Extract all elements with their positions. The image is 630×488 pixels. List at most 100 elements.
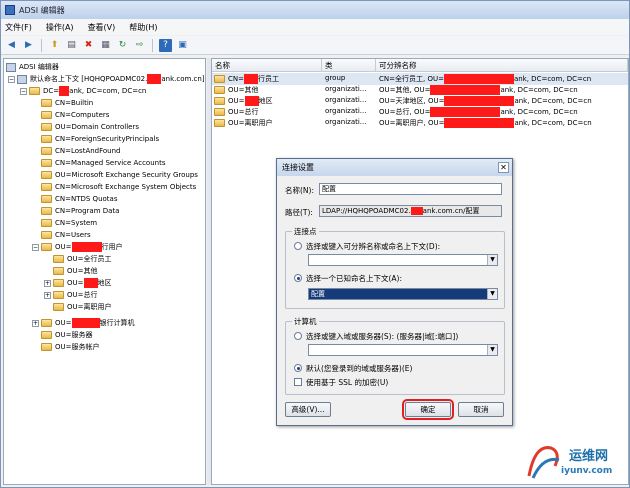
redaction [443,74,514,84]
close-icon[interactable]: ✕ [498,162,509,173]
ok-button[interactable]: 确定 [402,399,454,420]
help-icon[interactable]: ? [159,38,172,52]
tree-item-context[interactable]: − 默认命名上下文 [HQHQPOADMC02. ank.com.cn] [8,73,205,85]
adsi-editor-window: ADSI 编辑器 文件(F) 操作(A) 查看(V) 帮助(H) ◀ ▶ ⬆ ▤… [0,0,630,488]
watermark-text: 运维网 [569,449,609,464]
server-combo[interactable]: ▼ [308,344,498,356]
redaction [410,207,423,215]
export-icon[interactable]: ▦ [99,39,112,52]
tree-item[interactable]: CN=Managed Service Accounts [41,157,165,169]
connection-settings-dialog: 连接设置 ✕ 名称(N): 配置 路径(T): LDAP://HQHQPOADM… [276,158,513,426]
path-field[interactable]: LDAP://HQHQPOADMC02. ank.com.cn/配置 [319,205,502,217]
folder-icon [53,291,64,299]
collapse-icon[interactable]: − [8,75,15,83]
redaction [444,96,515,106]
list-item-name: OU=离职用户 [228,119,273,127]
column-header-class[interactable]: 类 [322,59,376,72]
connection-point-label: 连接点 [292,226,319,237]
title-bar: ADSI 编辑器 [1,1,629,19]
computer-group: 计算机 选择或键入域或服务器(S): (服务器|域[:端口]) ▼ 默认(您登录… [285,316,505,395]
list-item-dn: OU=离职用户, OU= ank, DC=com, DC=cn [379,118,592,128]
redaction [430,107,501,117]
tree-child-ou[interactable]: + OU=总行 [44,289,98,301]
tree-item[interactable]: CN=Computers [41,109,109,121]
folder-icon [41,123,52,131]
redaction [244,96,259,106]
menu-help[interactable]: 帮助(H) [129,22,157,33]
tree-item[interactable]: CN=System [41,217,97,229]
list-item[interactable]: OU=离职用户 organizati... OU=离职用户, OU= ank, DC=… [212,117,628,129]
tree-item[interactable]: CN=NTDS Quotas [41,193,117,205]
list-item-name: OU=总行 [228,108,259,116]
advanced-button[interactable]: 高级(V)... [285,402,331,417]
forward-icon[interactable]: ▶ [22,39,35,52]
server-radio-label[interactable]: 选择或键入域或服务器(S): (服务器|域[:端口]) [306,331,458,342]
default-server-label[interactable]: 默认(您登录到的域或服务器)(E) [306,363,412,374]
tree-child-ou[interactable]: + OU= 地区 [44,277,112,289]
expand-icon[interactable]: + [44,291,51,299]
menu-view[interactable]: 查看(V) [88,22,116,33]
default-server-radio[interactable] [294,364,302,372]
tree-child-ou[interactable]: OU=全行员工 [53,253,112,265]
folder-icon [53,303,64,311]
list-item-name: OU= 地区 [228,96,273,106]
tree-item[interactable]: CN=Users [41,229,91,241]
expand-icon[interactable]: + [32,319,39,327]
ssl-label[interactable]: 使用基于 SSL 的加密(U) [306,377,388,388]
tree-item[interactable]: CN=ForeignSecurityPrincipals [41,133,159,145]
server-radio[interactable] [294,332,302,340]
list-item-class: organizati... [325,107,367,115]
chevron-down-icon[interactable]: ▼ [487,289,497,299]
chevron-down-icon[interactable]: ▼ [487,345,497,355]
delete-icon[interactable]: ✖ [82,39,95,52]
chevron-down-icon[interactable]: ▼ [487,255,497,265]
redaction [83,278,98,288]
column-header-name[interactable]: 名称 [212,59,322,72]
dn-radio[interactable] [294,242,302,250]
known-context-select[interactable]: 配置 ▼ [308,288,498,300]
list-item-dn: CN=全行员工, OU= ank, DC=com, DC=cn [379,74,592,84]
tree-item[interactable]: OU=Domain Controllers [41,121,139,133]
known-context-radio[interactable] [294,274,302,282]
folder-icon [41,111,52,119]
toolbar-separator [41,38,42,52]
back-icon[interactable]: ◀ [5,39,18,52]
collapse-icon[interactable]: − [32,243,39,251]
dn-radio-label[interactable]: 选择或键入可分辨名称或命名上下文(D): [306,241,440,252]
adsi-root-icon [6,62,16,72]
tree-item-servers[interactable]: OU=服务器 [41,329,93,341]
expand-icon[interactable]: + [44,279,51,287]
ssl-checkbox[interactable] [294,378,302,386]
tree-child-ou[interactable]: OU=离职用户 [53,301,112,313]
tree-item[interactable]: CN=Microsoft Exchange System Objects [41,181,196,193]
menu-file[interactable]: 文件(F) [5,22,32,33]
folder-icon [41,231,52,239]
tree-item-domain[interactable]: − DC= ank, DC=com, DC=cn [20,85,146,97]
tree-item[interactable]: OU=Microsoft Exchange Security Groups [41,169,198,181]
show-hide-icon[interactable]: ▣ [176,39,189,52]
properties-icon[interactable]: ▤ [65,39,78,52]
dn-combo[interactable]: ▼ [308,254,498,266]
list-item-name: OU=其他 [228,86,259,94]
toolbar: ◀ ▶ ⬆ ▤ ✖ ▦ ↻ ⇨ ? ▣ [1,36,629,55]
tree-item-ou-computers[interactable]: + OU= 银行计算机 [32,317,135,329]
tree-child-ou[interactable]: OU=其他 [53,265,98,277]
cancel-button[interactable]: 取消 [458,402,504,417]
tree-item-ou-users[interactable]: − OU= 行用户 [32,241,123,253]
column-header-dn[interactable]: 可分辨名称 [376,59,628,72]
export-list-icon[interactable]: ⇨ [133,39,146,52]
tree-root[interactable]: ADSI 编辑器 [6,61,59,73]
tree-item-service-accounts[interactable]: OU=服务帐户 [41,341,100,353]
refresh-icon[interactable]: ↻ [116,39,129,52]
up-icon[interactable]: ⬆ [48,39,61,52]
name-field[interactable]: 配置 [319,183,502,195]
collapse-icon[interactable]: − [20,87,27,95]
tree-item[interactable]: CN=Program Data [41,205,119,217]
tree-item[interactable]: CN=LostAndFound [41,145,121,157]
tree-item[interactable]: CN=Builtin [41,97,93,109]
known-context-label[interactable]: 选择一个已知命名上下文(A): [306,273,402,284]
folder-icon [41,243,52,251]
folder-icon [41,331,52,339]
folder-icon [53,267,64,275]
menu-action[interactable]: 操作(A) [46,22,74,33]
